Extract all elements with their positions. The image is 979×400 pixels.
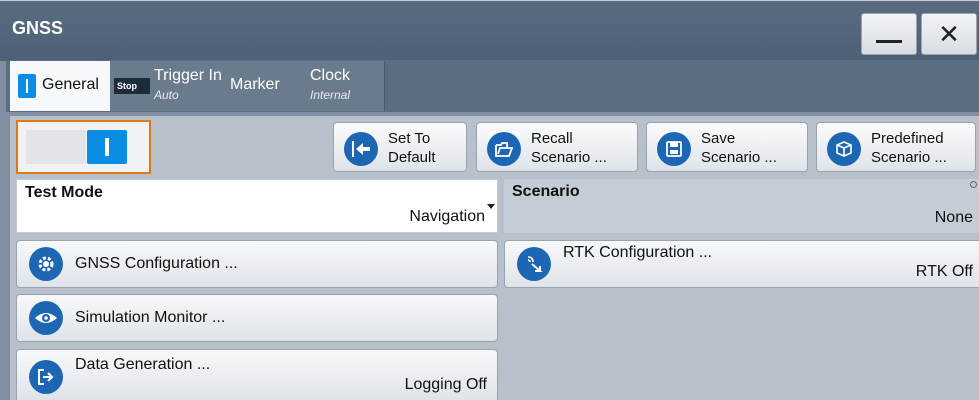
minimize-icon: [876, 39, 902, 43]
tab-bar: General Stop Trigger In Auto Marker Cloc…: [6, 60, 979, 112]
title-bar: GNSS ✕: [0, 0, 979, 61]
tab-clock[interactable]: Clock Internal: [304, 61, 385, 111]
predefined-line2: Scenario ...: [871, 149, 947, 166]
predefined-line1: Predefined: [871, 130, 944, 147]
tab-general[interactable]: General: [10, 61, 111, 111]
state-toggle[interactable]: [16, 120, 151, 174]
test-mode-label: Test Mode: [25, 184, 103, 201]
tab-general-label: General: [42, 76, 99, 93]
toggle-on-icon: [87, 130, 127, 164]
package-icon: [827, 132, 861, 166]
window-title: GNSS: [12, 18, 64, 38]
sim-monitor-label: Simulation Monitor ...: [75, 309, 226, 326]
test-mode-value: Navigation: [409, 208, 485, 225]
stop-icon: Stop: [114, 78, 150, 94]
data-gen-label: Data Generation ...: [75, 356, 211, 373]
predefined-scenario-button[interactable]: Predefined Scenario ...: [816, 122, 976, 172]
recall-label: Recall Scenario ...: [531, 129, 607, 167]
set-default-line2: Default: [388, 149, 436, 166]
link-icon: [970, 181, 977, 188]
tab-clock-label: Clock: [310, 67, 351, 84]
scenario-field: Scenario None: [504, 179, 979, 233]
general-icon: [18, 74, 36, 98]
tab-marker-label: Marker: [230, 76, 280, 93]
folder-open-icon: [487, 132, 521, 166]
set-default-icon: [344, 132, 378, 166]
close-button[interactable]: ✕: [921, 13, 977, 55]
data-gen-value: Logging Off: [404, 376, 487, 393]
predefined-label: Predefined Scenario ...: [871, 129, 947, 167]
gnss-configuration-button[interactable]: GNSS Configuration ...: [16, 240, 498, 288]
close-icon: ✕: [938, 18, 960, 49]
recall-line2: Scenario ...: [531, 149, 607, 166]
scenario-value: None: [934, 209, 973, 226]
gear-icon: [29, 247, 63, 281]
rtk-configuration-button[interactable]: RTK Configuration ... RTK Off: [504, 240, 979, 288]
tab-trigger-in-sub: Auto: [154, 88, 179, 102]
simulation-monitor-button[interactable]: Simulation Monitor ...: [16, 294, 498, 342]
recall-line1: Recall: [531, 130, 573, 147]
rtk-config-value: RTK Off: [915, 263, 973, 280]
test-mode-select[interactable]: Test Mode Navigation: [16, 179, 498, 233]
toggle-track: [26, 130, 86, 164]
save-line2: Scenario ...: [701, 149, 777, 166]
tab-marker[interactable]: Marker: [226, 61, 305, 111]
save-label: Save Scenario ...: [701, 129, 777, 167]
data-generation-button[interactable]: Data Generation ... Logging Off: [16, 349, 498, 400]
recall-scenario-button[interactable]: Recall Scenario ...: [476, 122, 638, 172]
set-to-default-button[interactable]: Set To Default: [333, 122, 467, 172]
dropdown-arrow-icon: [487, 204, 495, 209]
set-default-line1: Set To: [388, 130, 431, 147]
rtk-config-label: RTK Configuration ...: [563, 244, 713, 261]
eye-icon: [29, 301, 63, 335]
tab-clock-sub: Internal: [310, 88, 351, 102]
scenario-label: Scenario: [512, 183, 580, 200]
tab-trigger-in[interactable]: Stop Trigger In Auto: [110, 61, 227, 111]
set-default-label: Set To Default: [388, 129, 436, 167]
minimize-button[interactable]: [861, 13, 917, 55]
export-icon: [29, 360, 63, 394]
gnss-config-label: GNSS Configuration ...: [75, 255, 238, 272]
tab-trigger-in-label: Trigger In: [154, 67, 222, 84]
rtk-icon: [517, 247, 551, 281]
save-line1: Save: [701, 130, 736, 147]
save-icon: [657, 132, 691, 166]
save-scenario-button[interactable]: Save Scenario ...: [646, 122, 808, 172]
